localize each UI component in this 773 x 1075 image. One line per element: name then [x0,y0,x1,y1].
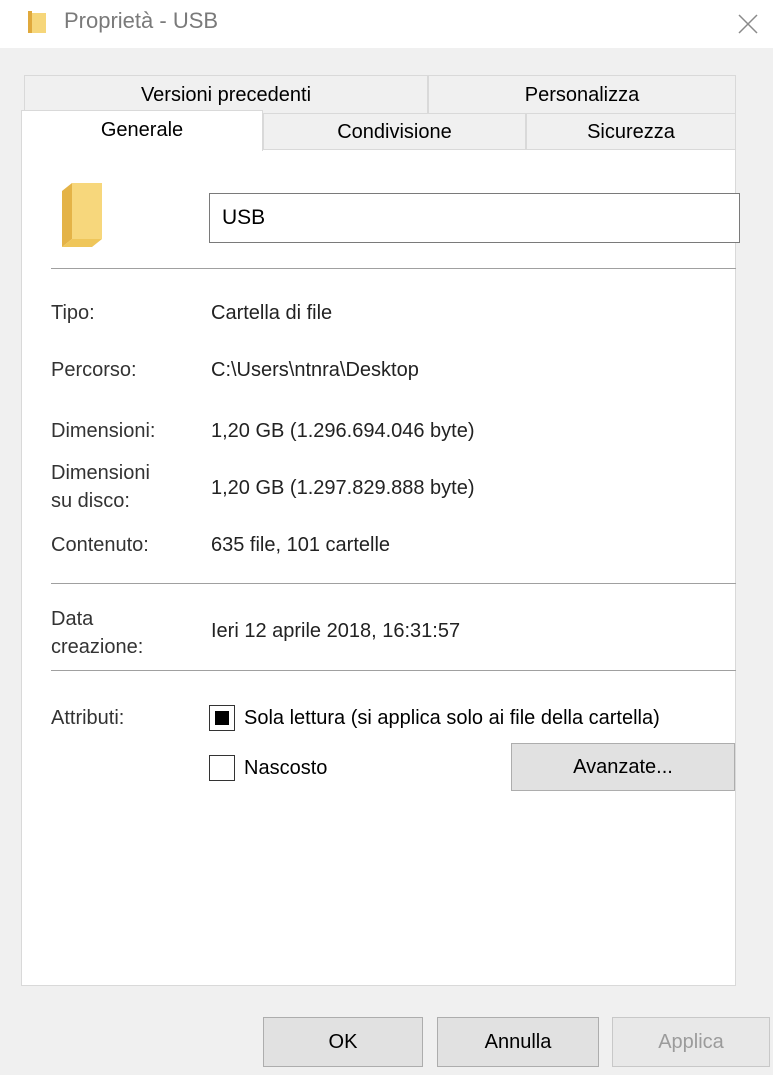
tab-label: Condivisione [337,121,452,143]
tab-condivisione[interactable]: Condivisione [263,113,526,150]
folder-icon [62,183,104,247]
tab-generale[interactable]: Generale [21,110,263,151]
folder-name-input[interactable] [209,193,740,243]
advanced-button[interactable]: Avanzate... [511,743,735,791]
location-label: Percorso: [51,359,137,381]
size-label: Dimensioni: [51,420,156,442]
hidden-checkbox[interactable] [209,755,235,781]
indeterminate-mark [215,711,229,725]
apply-button[interactable]: Applica [612,1017,770,1067]
tab-label: Versioni precedenti [140,84,312,106]
size-on-disk-value: 1,20 GB (1.297.829.888 byte) [211,477,475,499]
close-icon [738,14,758,34]
folder-title-icon [28,11,46,33]
created-value: Ieri 12 aprile 2018, 16:31:57 [211,620,461,642]
tab-panel-generale [21,149,736,986]
cancel-button[interactable]: Annulla [437,1017,599,1067]
tab-label: Generale [100,119,184,141]
location-value: C:\Users\ntnra\Desktop [211,359,419,381]
created-label-line1: Data [51,608,94,630]
tab-label: Personalizza [524,84,640,106]
close-button[interactable] [728,4,768,44]
type-label: Tipo: [51,302,95,324]
created-label-line2: creazione: [51,636,144,658]
window-title: Proprietà - USB [64,8,219,33]
ok-button[interactable]: OK [263,1017,423,1067]
hidden-label[interactable]: Nascosto [244,755,327,781]
readonly-label[interactable]: Sola lettura (si applica solo ai file de… [244,705,660,731]
size-value: 1,20 GB (1.296.694.046 byte) [211,420,475,442]
size-on-disk-label-line2: su disco: [51,490,130,512]
contents-label: Contenuto: [51,534,149,556]
size-on-disk-label-line1: Dimensioni [51,462,150,484]
separator [51,670,736,671]
tab-personalizza[interactable]: Personalizza [428,75,736,113]
tab-versioni-precedenti[interactable]: Versioni precedenti [24,75,428,113]
separator [51,268,736,269]
tab-label: Sicurezza [587,121,675,143]
separator [51,583,736,584]
tab-sicurezza[interactable]: Sicurezza [526,113,736,150]
readonly-checkbox[interactable] [209,705,235,731]
attributes-label: Attributi: [51,707,125,729]
title-bar: Proprietà - USB [0,0,773,48]
contents-value: 635 file, 101 cartelle [211,534,391,556]
type-value: Cartella di file [211,302,333,324]
